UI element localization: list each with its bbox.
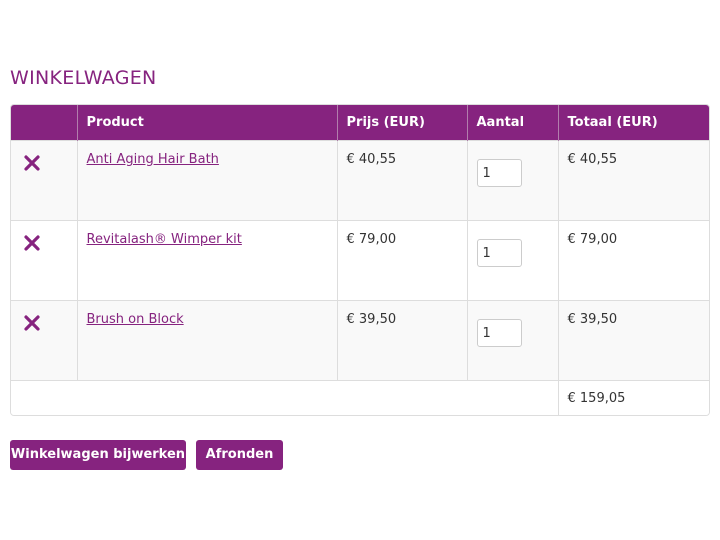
quantity-cell	[466, 300, 558, 381]
grand-total-spacer	[11, 380, 558, 415]
close-x-icon[interactable]	[24, 315, 40, 331]
quantity-cell	[466, 220, 558, 301]
product-cell: Brush on Block	[76, 300, 337, 381]
product-cell: Anti Aging Hair Bath	[76, 140, 337, 221]
price-cell: € 79,00	[336, 220, 467, 301]
line-total-cell: € 40,55	[557, 140, 709, 221]
line-total-cell: € 79,00	[557, 220, 709, 301]
product-link[interactable]: Brush on Block	[87, 312, 184, 327]
column-header-price: Prijs (EUR)	[336, 105, 467, 141]
product-link[interactable]: Anti Aging Hair Bath	[87, 152, 219, 167]
close-x-icon[interactable]	[24, 155, 40, 171]
table-row: Revitalash® Wimper kit € 79,00 € 79,00	[11, 220, 709, 301]
column-header-quantity: Aantal	[466, 105, 558, 141]
line-total-cell: € 39,50	[557, 300, 709, 381]
product-link[interactable]: Revitalash® Wimper kit	[87, 232, 242, 247]
grand-total-row: € 159,05	[11, 380, 709, 415]
close-x-icon[interactable]	[24, 235, 40, 251]
quantity-input[interactable]	[476, 319, 522, 347]
product-cell: Revitalash® Wimper kit	[76, 220, 337, 301]
remove-cell	[11, 220, 77, 301]
update-cart-button[interactable]: Winkelwagen bijwerken	[10, 440, 186, 470]
checkout-button[interactable]: Afronden	[196, 440, 283, 470]
price-cell: € 39,50	[336, 300, 467, 381]
page-title: WINKELWAGEN	[10, 67, 157, 89]
quantity-input[interactable]	[476, 239, 522, 267]
remove-cell	[11, 140, 77, 221]
cart-table-grid: Product Prijs (EUR) Aantal Totaal (EUR) …	[11, 105, 709, 415]
quantity-cell	[466, 140, 558, 221]
remove-cell	[11, 300, 77, 381]
column-header-remove	[11, 105, 77, 141]
column-header-total: Totaal (EUR)	[557, 105, 709, 141]
price-cell: € 40,55	[336, 140, 467, 221]
table-row: Anti Aging Hair Bath € 40,55 € 40,55	[11, 140, 709, 221]
cart-table: Product Prijs (EUR) Aantal Totaal (EUR) …	[10, 104, 710, 416]
table-header-row: Product Prijs (EUR) Aantal Totaal (EUR)	[11, 105, 709, 141]
quantity-input[interactable]	[476, 159, 522, 187]
grand-total-value: € 159,05	[557, 380, 709, 415]
column-header-product: Product	[76, 105, 337, 141]
table-row: Brush on Block € 39,50 € 39,50	[11, 300, 709, 381]
